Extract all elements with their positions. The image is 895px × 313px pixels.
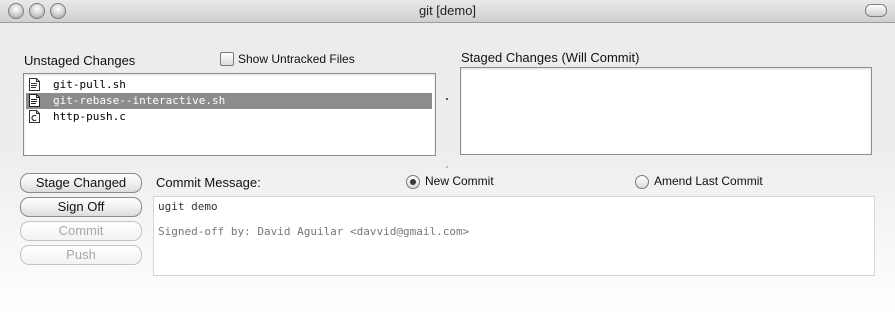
- splitter-handle[interactable]: [446, 98, 448, 100]
- file-name: http-push.c: [53, 110, 126, 123]
- stage-changed-button[interactable]: Stage Changed: [20, 173, 142, 193]
- list-item[interactable]: git-pull.sh: [26, 77, 432, 93]
- file-name: git-rebase--interactive.sh: [53, 94, 226, 107]
- amend-last-commit-label[interactable]: Amend Last Commit: [654, 174, 763, 188]
- window-title: git [demo]: [418, 3, 477, 18]
- app-window: git [demo] Unstaged Changes Show Untrack…: [0, 0, 895, 313]
- splitter-handle[interactable]: [446, 166, 448, 168]
- commit-message-summary: ugit demo: [158, 200, 218, 213]
- c-source-file-icon: [29, 110, 40, 123]
- show-untracked-files-checkbox[interactable]: [220, 52, 234, 66]
- toolbar-toggle-button[interactable]: [865, 4, 887, 17]
- shell-script-file-icon: [29, 78, 40, 91]
- push-button[interactable]: Push: [20, 245, 142, 265]
- file-name: git-pull.sh: [53, 78, 126, 91]
- staged-files-list[interactable]: [460, 67, 872, 155]
- commit-button[interactable]: Commit: [20, 221, 142, 241]
- staged-changes-label: Staged Changes (Will Commit): [461, 50, 640, 65]
- new-commit-label[interactable]: New Commit: [425, 174, 494, 188]
- list-item[interactable]: http-push.c: [26, 109, 432, 125]
- amend-last-commit-radio[interactable]: [635, 175, 649, 189]
- unstaged-files-list[interactable]: git-pull.sh git-rebase--interactive.sh h…: [23, 73, 436, 156]
- title-bar[interactable]: git [demo]: [0, 0, 895, 23]
- commit-message-editor[interactable]: ugit demo Signed-off by: David Aguilar <…: [153, 196, 875, 276]
- sign-off-button[interactable]: Sign Off: [20, 197, 142, 217]
- shell-script-file-icon: [29, 94, 40, 107]
- list-item[interactable]: git-rebase--interactive.sh: [26, 93, 432, 109]
- new-commit-radio[interactable]: [406, 175, 420, 189]
- commit-message-label: Commit Message:: [156, 175, 261, 190]
- show-untracked-files-label[interactable]: Show Untracked Files: [238, 52, 355, 66]
- unstaged-changes-label: Unstaged Changes: [24, 53, 136, 68]
- commit-message-signoff: Signed-off by: David Aguilar <davvid@gma…: [158, 225, 470, 238]
